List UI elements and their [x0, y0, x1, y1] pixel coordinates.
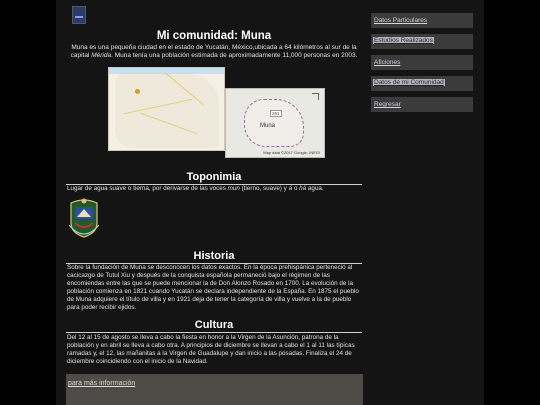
sidebar-link-regresar[interactable]: Regresar: [374, 101, 401, 108]
cultura-paragraph: Del 12 al 15 de agosto se lleva a cabo l…: [67, 334, 355, 365]
intro-text-end: . Muna tenía una población estimada de a…: [111, 52, 358, 59]
historia-paragraph: Sobre la fundación de Muna se desconocen…: [67, 264, 359, 311]
map-credit: Map data ©2017 Google, INEGI: [263, 150, 320, 155]
historia-heading: Historia: [66, 250, 362, 264]
sidebar-item-estudios[interactable]: Estudios Realizados: [371, 34, 473, 49]
main-content: Mi comunidad: Muna Muna es una pequeña c…: [66, 30, 362, 158]
sidebar-link-estudios[interactable]: Estudios Realizados: [373, 37, 434, 44]
toponimia-paragraph: Lugar de agua suave o tierna, por deriva…: [67, 185, 361, 193]
maps-container: 261 Muna Map data ©2017 Google, INEGI: [108, 67, 325, 158]
map-town-label: Muna: [260, 123, 276, 129]
sidebar-item-comunidad[interactable]: Datos de mi Comunidad: [371, 76, 473, 91]
footer-box: [66, 374, 363, 405]
highway-badge: 261: [270, 110, 282, 117]
more-info-link[interactable]: para más información: [68, 380, 135, 387]
yucatan-map-image: [108, 67, 225, 151]
sidebar-item-datos-particulares[interactable]: Datos Particulares: [371, 13, 473, 28]
site-logo-icon[interactable]: [72, 6, 86, 24]
toponimia-text-mid: (tierno, suave) y: [239, 185, 289, 192]
coat-of-arms-icon: [68, 198, 100, 238]
page-title: Mi comunidad: Muna: [156, 30, 272, 42]
sidebar-link-aficiones[interactable]: Aficiones: [374, 59, 400, 66]
expand-map-icon[interactable]: [312, 93, 319, 100]
intro-italic: Mérida: [91, 52, 112, 59]
intro-paragraph: Muna es una pequeña ciudad en el estado …: [70, 44, 358, 60]
toponimia-word-mun: mun: [227, 185, 240, 192]
sidebar-item-regresar[interactable]: Regresar: [371, 97, 473, 112]
sidebar-link-datos-particulares[interactable]: Datos Particulares: [374, 17, 427, 24]
sidebar-link-comunidad[interactable]: Datos de mi Comunidad: [373, 79, 445, 86]
toponimia-heading: Toponimia: [66, 171, 362, 185]
sidebar-item-aficiones[interactable]: Aficiones: [371, 55, 473, 70]
toponimia-text-end: agua.: [306, 185, 324, 192]
muna-map-embed[interactable]: 261 Muna Map data ©2017 Google, INEGI: [225, 88, 325, 158]
toponimia-text: Lugar de agua suave o tierna, por deriva…: [67, 185, 228, 192]
location-pin-icon: [135, 89, 140, 94]
cultura-heading: Cultura: [66, 319, 362, 333]
